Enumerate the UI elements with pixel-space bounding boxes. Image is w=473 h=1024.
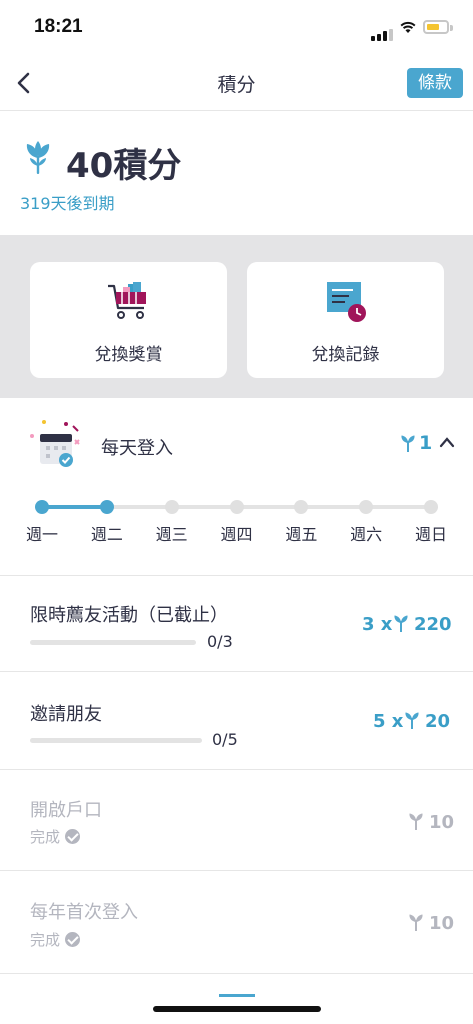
divider <box>0 575 473 576</box>
chevron-up-icon[interactable] <box>438 434 456 450</box>
day-dot <box>294 500 309 514</box>
weekly-progress-fill <box>42 505 107 509</box>
history-record-icon <box>327 282 366 322</box>
task-invite-multiplier: 5 x <box>373 711 404 732</box>
task-annual-login-status-label: 完成 <box>30 931 61 949</box>
divider <box>0 973 473 974</box>
day-label: 週日 <box>414 525 447 544</box>
battery-nub <box>450 25 453 31</box>
day-dot <box>164 500 179 514</box>
task-open-account-status-label: 完成 <box>30 828 61 846</box>
day-label: 週一 <box>25 525 58 544</box>
task-open-account-points: 10 <box>429 812 455 833</box>
daily-login-reward: 1 <box>419 432 433 454</box>
task-invite-progress: 0/5 <box>212 730 238 749</box>
task-annual-login-status: 完成 <box>30 929 81 950</box>
task-open-account-title: 開啟戶口 <box>30 800 102 821</box>
day-dot <box>424 500 438 514</box>
day-label: 週六 <box>350 525 383 544</box>
day-label: 週五 <box>285 525 318 544</box>
shopping-cart-icon <box>108 282 146 319</box>
scroll-hint <box>219 994 255 997</box>
check-circle-icon <box>65 932 81 947</box>
task-referral-progress: 0/3 <box>207 632 233 651</box>
cellular-signal-icon <box>371 22 395 41</box>
task-invite-points: 20 <box>425 711 451 732</box>
task-open-account-status: 完成 <box>30 826 81 847</box>
page-title: 積分 <box>217 74 256 96</box>
task-referral-progress-bar <box>30 640 196 645</box>
sprout-icon <box>394 615 408 632</box>
day-dot <box>35 500 49 514</box>
task-referral-multiplier: 3 x <box>362 614 393 635</box>
task-referral-title: 限時薦友活動（已截止） <box>30 605 228 626</box>
divider <box>0 671 473 672</box>
day-label: 週二 <box>90 525 123 544</box>
daily-login-title: 每天登入 <box>101 438 173 459</box>
redemption-history-card[interactable]: 兌換記錄 <box>247 262 444 378</box>
day-dot <box>99 500 114 514</box>
divider <box>0 870 473 871</box>
redemption-history-label: 兌換記錄 <box>311 345 380 365</box>
sprout-icon <box>26 141 50 174</box>
task-referral-points: 220 <box>414 614 452 635</box>
task-annual-login-points: 10 <box>429 913 455 934</box>
task-invite-progress-bar <box>30 738 202 743</box>
home-indicator[interactable] <box>153 1006 321 1012</box>
status-time: 18:21 <box>34 16 83 37</box>
divider <box>0 769 473 770</box>
day-dot <box>359 500 374 514</box>
wifi-icon <box>400 21 416 33</box>
sprout-icon <box>409 914 423 931</box>
points-expiry: 319天後到期 <box>20 194 115 213</box>
day-label: 週四 <box>220 525 253 544</box>
day-dot <box>229 500 244 514</box>
task-invite-title: 邀請朋友 <box>30 704 102 725</box>
calendar-icon <box>30 420 80 467</box>
task-annual-login-title: 每年首次登入 <box>30 902 138 923</box>
redeem-rewards-card[interactable]: 兌換獎賞 <box>30 262 227 378</box>
sprout-icon <box>401 435 415 452</box>
check-circle-icon <box>65 829 81 844</box>
terms-button[interactable]: 條款 <box>407 68 463 98</box>
battery-icon <box>423 20 449 34</box>
sprout-icon <box>405 712 419 729</box>
redeem-rewards-label: 兌換獎賞 <box>94 345 163 365</box>
points-balance: 40積分 <box>66 146 182 186</box>
sprout-icon <box>409 813 423 830</box>
day-label: 週三 <box>155 525 188 544</box>
